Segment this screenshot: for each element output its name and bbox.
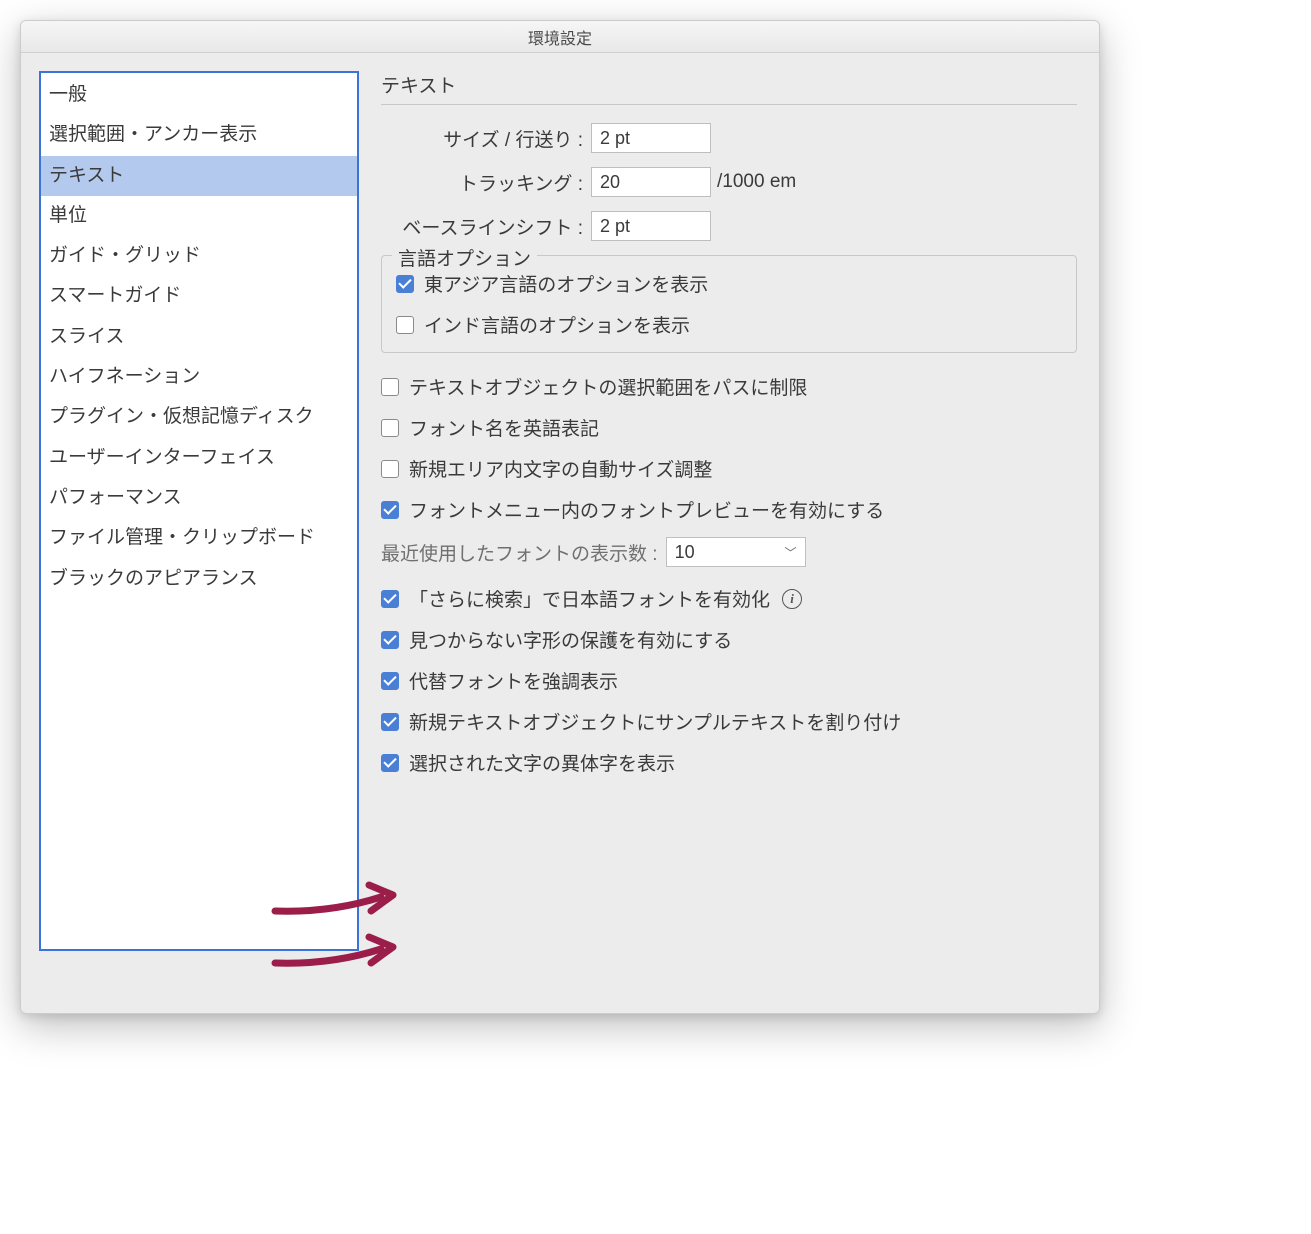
sidebar-item-units[interactable]: 単位: [41, 196, 357, 236]
sidebar-item-text[interactable]: テキスト: [41, 156, 357, 196]
label-show-variants: 選択された文字の異体字を表示: [409, 749, 675, 776]
row-restrict-selection: テキストオブジェクトの選択範囲をパスに制限: [381, 373, 1077, 400]
select-recent-fonts-value: 10: [675, 542, 695, 563]
row-find-more-jp: 「さらに検索」で日本語フォントを有効化 i: [381, 585, 1077, 612]
sidebar-item-black-appearance[interactable]: ブラックのアピアランス: [41, 559, 357, 599]
row-tracking: トラッキング : /1000 em: [381, 167, 1077, 197]
row-show-variants: 選択された文字の異体字を表示: [381, 749, 1077, 776]
checkbox-font-preview[interactable]: [381, 501, 399, 519]
select-recent-fonts[interactable]: 10 ﹀: [666, 537, 806, 567]
row-recent-fonts: 最近使用したフォントの表示数 : 10 ﹀: [381, 537, 1077, 567]
input-tracking[interactable]: [591, 167, 711, 197]
row-east-asian: 東アジア言語のオプションを表示: [396, 270, 1062, 297]
label-restrict-selection: テキストオブジェクトの選択範囲をパスに制限: [409, 373, 807, 400]
checkbox-fill-sample[interactable]: [381, 713, 399, 731]
info-icon[interactable]: i: [782, 589, 802, 609]
preferences-window: 環境設定 一般 選択範囲・アンカー表示 テキスト 単位 ガイド・グリッド スマー…: [20, 20, 1100, 1014]
section-title: テキスト: [381, 71, 1077, 105]
label-auto-size-area: 新規エリア内文字の自動サイズ調整: [409, 455, 712, 482]
checkbox-english-font-names[interactable]: [381, 419, 399, 437]
category-sidebar: 一般 選択範囲・アンカー表示 テキスト 単位 ガイド・グリッド スマートガイド …: [39, 71, 359, 951]
checkbox-find-more-jp[interactable]: [381, 590, 399, 608]
label-indic: インド言語のオプションを表示: [424, 311, 690, 338]
sidebar-item-slices[interactable]: スライス: [41, 317, 357, 357]
content-area: 一般 選択範囲・アンカー表示 テキスト 単位 ガイド・グリッド スマートガイド …: [21, 53, 1099, 1013]
checkbox-restrict-selection[interactable]: [381, 378, 399, 396]
sidebar-item-selection-anchor[interactable]: 選択範囲・アンカー表示: [41, 115, 357, 155]
label-english-font-names: フォント名を英語表記: [409, 414, 599, 441]
label-find-more-jp: 「さらに検索」で日本語フォントを有効化: [409, 585, 770, 612]
checkbox-east-asian[interactable]: [396, 275, 414, 293]
checkbox-missing-glyph[interactable]: [381, 631, 399, 649]
label-size-leading: サイズ / 行送り :: [381, 125, 591, 152]
sidebar-item-guides-grid[interactable]: ガイド・グリッド: [41, 236, 357, 276]
label-recent-fonts: 最近使用したフォントの表示数 :: [381, 539, 658, 566]
input-size-leading[interactable]: [591, 123, 711, 153]
row-indic: インド言語のオプションを表示: [396, 311, 1062, 338]
sidebar-item-file-clipboard[interactable]: ファイル管理・クリップボード: [41, 518, 357, 558]
label-tracking: トラッキング :: [381, 169, 591, 196]
checkbox-show-variants[interactable]: [381, 754, 399, 772]
settings-panel: テキスト サイズ / 行送り : トラッキング : /1000 em ベースライ…: [377, 71, 1081, 995]
checkbox-auto-size-area[interactable]: [381, 460, 399, 478]
fieldset-language-options: 言語オプション 東アジア言語のオプションを表示 インド言語のオプションを表示: [381, 255, 1077, 353]
label-missing-glyph: 見つからない字形の保護を有効にする: [409, 626, 732, 653]
label-baseline-shift: ベースラインシフト :: [381, 213, 591, 240]
sidebar-item-performance[interactable]: パフォーマンス: [41, 478, 357, 518]
row-baseline-shift: ベースラインシフト :: [381, 211, 1077, 241]
checkbox-highlight-sub[interactable]: [381, 672, 399, 690]
label-font-preview: フォントメニュー内のフォントプレビューを有効にする: [409, 496, 884, 523]
checkbox-indic[interactable]: [396, 316, 414, 334]
sidebar-item-smart-guides[interactable]: スマートガイド: [41, 276, 357, 316]
legend-language-options: 言語オプション: [392, 244, 537, 271]
row-size-leading: サイズ / 行送り :: [381, 123, 1077, 153]
label-highlight-sub: 代替フォントを強調表示: [409, 667, 618, 694]
label-fill-sample: 新規テキストオブジェクトにサンプルテキストを割り付け: [409, 708, 901, 735]
sidebar-item-general[interactable]: 一般: [41, 75, 357, 115]
chevron-down-icon: ﹀: [785, 544, 797, 561]
window-title: 環境設定: [528, 25, 592, 49]
sidebar-item-ui[interactable]: ユーザーインターフェイス: [41, 438, 357, 478]
row-highlight-sub: 代替フォントを強調表示: [381, 667, 1077, 694]
input-baseline-shift[interactable]: [591, 211, 711, 241]
row-font-preview: フォントメニュー内のフォントプレビューを有効にする: [381, 496, 1077, 523]
row-missing-glyph: 見つからない字形の保護を有効にする: [381, 626, 1077, 653]
label-east-asian: 東アジア言語のオプションを表示: [424, 270, 708, 297]
row-fill-sample: 新規テキストオブジェクトにサンプルテキストを割り付け: [381, 708, 1077, 735]
window-titlebar: 環境設定: [21, 21, 1099, 53]
row-auto-size-area: 新規エリア内文字の自動サイズ調整: [381, 455, 1077, 482]
row-english-font-names: フォント名を英語表記: [381, 414, 1077, 441]
suffix-tracking: /1000 em: [717, 171, 796, 193]
sidebar-item-plugins-scratch[interactable]: プラグイン・仮想記憶ディスク: [41, 397, 357, 437]
sidebar-item-hyphenation[interactable]: ハイフネーション: [41, 357, 357, 397]
